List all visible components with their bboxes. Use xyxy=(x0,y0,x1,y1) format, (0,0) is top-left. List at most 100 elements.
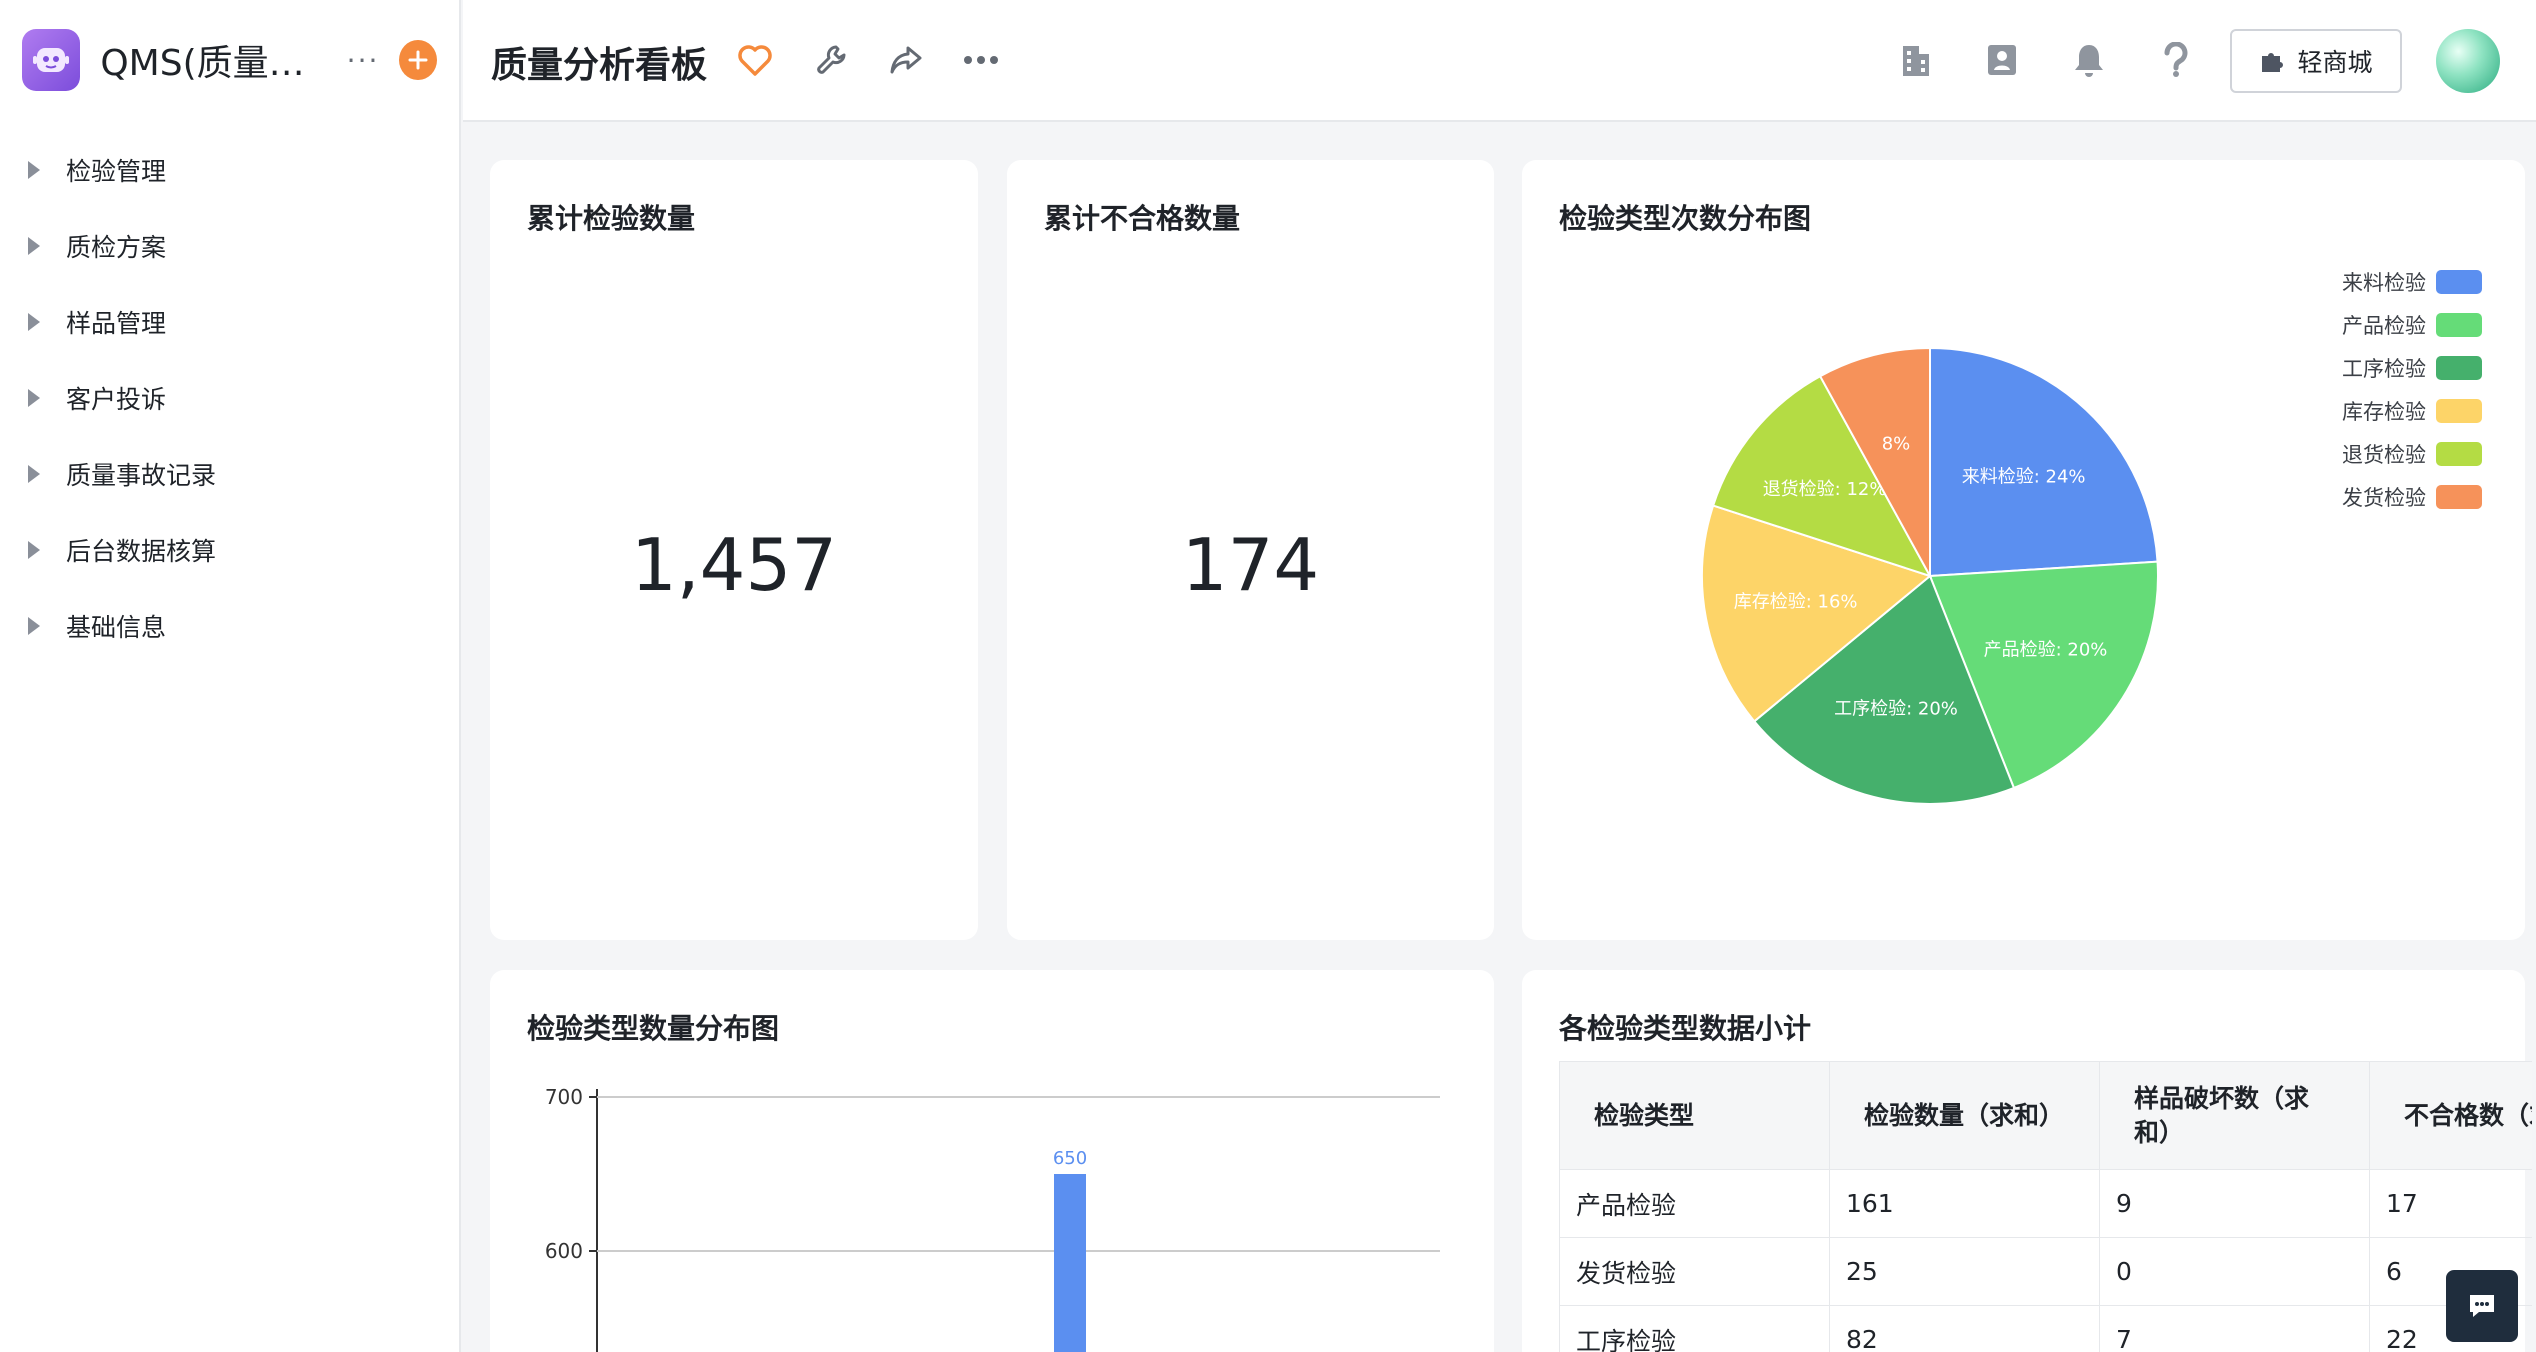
bar[interactable] xyxy=(1054,1174,1086,1352)
pie-slice[interactable] xyxy=(1929,346,2159,578)
summary-table-card: 各检验类型数据小计 检验类型 检验数量（求和） 样品破坏数（求和） 不合格数（求… xyxy=(1522,970,2532,1352)
avatar[interactable] xyxy=(2436,29,2500,93)
topbar: 质量分析看板 轻商城 xyxy=(463,0,2536,122)
table-cell: 工序检验 xyxy=(1559,1305,1830,1352)
pie-slice-label: 产品检验: 20% xyxy=(1984,639,2108,660)
table-scroll-area[interactable]: 检验类型 检验数量（求和） 样品破坏数（求和） 不合格数（求和） 产品检验 16… xyxy=(1522,970,2532,1352)
table-cell: 9 xyxy=(2099,1169,2370,1238)
total-unqualified-card: 累计不合格数量 174 xyxy=(1007,160,1494,940)
bar-chart: 600 700 650 xyxy=(545,1085,1440,1352)
table-cell: 发货检验 xyxy=(1559,1237,1830,1306)
caret-right-icon xyxy=(28,161,40,179)
legend-swatch xyxy=(2436,484,2482,509)
shop-label: 轻商城 xyxy=(2297,48,2373,77)
column-header[interactable]: 不合格数（求和） xyxy=(2369,1061,2532,1170)
legend-swatch xyxy=(2436,269,2482,294)
chart-legend: 来料检验产品检验工序检验库存检验退货检验发货检验 xyxy=(2342,260,2482,518)
legend-swatch xyxy=(2436,355,2482,380)
sidebar-item-inspection[interactable]: 检验管理 xyxy=(0,132,459,208)
more-icon[interactable]: ··· xyxy=(347,44,380,77)
sidebar-item-incidents[interactable]: 质量事故记录 xyxy=(0,436,459,512)
legend-swatch xyxy=(2436,441,2482,466)
summary-table: 检验类型 检验数量（求和） 样品破坏数（求和） 不合格数（求和） 产品检验 16… xyxy=(1559,1061,2532,1352)
sidebar-item-label: 质量事故记录 xyxy=(66,461,217,490)
app-logo-icon xyxy=(22,29,81,91)
sidebar-item-label: 客户投诉 xyxy=(66,385,167,414)
app-title: QMS(质量管理系统) xyxy=(100,43,316,84)
building-icon[interactable] xyxy=(1894,38,1938,82)
total-inspections-card: 累计检验数量 1,457 xyxy=(490,160,978,940)
legend-label: 来料检验 xyxy=(2342,270,2426,295)
nav-list: 检验管理 质检方案 样品管理 客户投诉 质量事故记录 后台数据核算 基础信息 xyxy=(0,132,459,664)
chat-icon xyxy=(2470,1295,2494,1317)
sidebar-item-samples[interactable]: 样品管理 xyxy=(0,284,459,360)
pie-chart-card: 检验类型次数分布图 来料检验: 24% 产品检验: 20% 工序检验: 20% 库存检… xyxy=(1522,160,2525,940)
pie-slice-label: 工序检验: 20% xyxy=(1834,699,1958,720)
legend-item[interactable]: 退货检验 xyxy=(2342,432,2482,475)
bell-icon[interactable] xyxy=(2067,38,2111,82)
page-title: 质量分析看板 xyxy=(491,45,708,86)
caret-right-icon xyxy=(28,389,40,407)
legend-swatch xyxy=(2436,398,2482,423)
table-cell: 82 xyxy=(1829,1305,2100,1352)
y-tick-label: 700 xyxy=(545,1085,583,1109)
table-cell: 25 xyxy=(1829,1237,2100,1306)
total-inspections-value: 1,457 xyxy=(630,523,838,607)
table-header-row: 检验类型 检验数量（求和） 样品破坏数（求和） 不合格数（求和） xyxy=(1559,1061,2532,1170)
share-icon[interactable] xyxy=(884,38,928,82)
chat-button[interactable] xyxy=(2446,1270,2518,1342)
table-row[interactable]: 工序检验 82 7 22 xyxy=(1559,1305,2532,1352)
column-header[interactable]: 样品破坏数（求和） xyxy=(2099,1061,2370,1170)
sidebar-item-label: 样品管理 xyxy=(66,309,167,338)
legend-swatch xyxy=(2436,312,2482,337)
y-tick-label: 600 xyxy=(545,1239,583,1263)
pie-slice-label: 库存检验: 16% xyxy=(1734,592,1858,613)
wrench-icon[interactable] xyxy=(809,38,853,82)
table-cell: 产品检验 xyxy=(1559,1169,1830,1238)
puzzle-icon xyxy=(2262,53,2284,72)
legend-item[interactable]: 产品检验 xyxy=(2342,303,2482,346)
add-icon[interactable] xyxy=(399,40,437,80)
help-icon[interactable] xyxy=(2154,38,2198,82)
legend-item[interactable]: 来料检验 xyxy=(2342,260,2482,303)
favorite-heart-icon[interactable] xyxy=(733,38,777,82)
pie-slice-label: 来料检验: 24% xyxy=(1962,466,2086,487)
legend-item[interactable]: 发货检验 xyxy=(2342,475,2482,518)
caret-right-icon xyxy=(28,617,40,635)
sidebar-item-label: 基础信息 xyxy=(66,613,167,642)
sidebar-item-label: 后台数据核算 xyxy=(66,537,217,566)
sidebar-item-backend-data[interactable]: 后台数据核算 xyxy=(0,512,459,588)
legend-label: 工序检验 xyxy=(2342,356,2426,381)
sidebar-item-label: 检验管理 xyxy=(66,157,167,186)
legend-item[interactable]: 工序检验 xyxy=(2342,346,2482,389)
table-row[interactable]: 产品检验 161 9 17 xyxy=(1559,1169,2532,1238)
shop-button[interactable]: 轻商城 xyxy=(2230,29,2402,93)
bar-data-label: 650 xyxy=(1053,1148,1087,1169)
caret-right-icon xyxy=(28,237,40,255)
sidebar-item-qc-plan[interactable]: 质检方案 xyxy=(0,208,459,284)
caret-right-icon xyxy=(28,313,40,331)
table-cell: 0 xyxy=(2099,1237,2370,1306)
legend-label: 库存检验 xyxy=(2342,399,2426,424)
table-cell: 7 xyxy=(2099,1305,2370,1352)
column-header[interactable]: 检验类型 xyxy=(1559,1061,1830,1170)
legend-label: 产品检验 xyxy=(2342,313,2426,338)
sidebar-item-complaints[interactable]: 客户投诉 xyxy=(0,360,459,436)
legend-item[interactable]: 库存检验 xyxy=(2342,389,2482,432)
contacts-icon[interactable] xyxy=(1980,38,2024,82)
table-row[interactable]: 发货检验 25 0 6 xyxy=(1559,1237,2532,1306)
more-icon[interactable] xyxy=(959,38,1003,82)
app-header: QMS(质量管理系统) ··· xyxy=(0,0,459,120)
table-cell: 161 xyxy=(1829,1169,2100,1238)
sidebar-item-basic-info[interactable]: 基础信息 xyxy=(0,588,459,664)
legend-label: 发货检验 xyxy=(2342,485,2426,510)
table-cell: 17 xyxy=(2369,1169,2532,1238)
pie-slice-label: 退货检验: 12% xyxy=(1763,479,1887,500)
total-unqualified-value: 174 xyxy=(1181,523,1320,607)
caret-right-icon xyxy=(28,465,40,483)
column-header[interactable]: 检验数量（求和） xyxy=(1829,1061,2100,1170)
caret-right-icon xyxy=(28,541,40,559)
pie-slice-label: 8% xyxy=(1882,433,1911,454)
sidebar-item-label: 质检方案 xyxy=(66,233,167,262)
bar-chart-card: 检验类型数量分布图 600 700 650 xyxy=(490,970,1494,1352)
